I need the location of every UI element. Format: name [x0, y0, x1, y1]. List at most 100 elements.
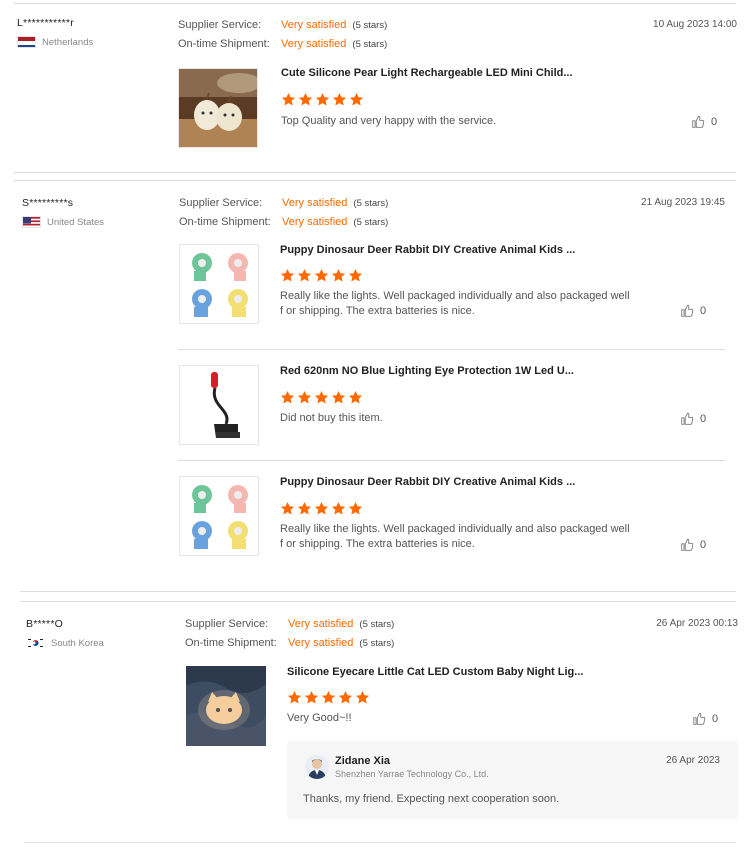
thumbs-up-icon	[681, 412, 694, 425]
star-rating	[280, 501, 363, 516]
divider	[178, 460, 725, 461]
reviewer-country: United States	[22, 216, 104, 228]
review-text: Did not buy this item.	[280, 412, 383, 424]
product-thumbnail[interactable]	[186, 666, 266, 746]
supplier-ratings: Supplier Service: Very satisfied (5 stars)…	[185, 615, 394, 653]
like-count: 0	[700, 305, 707, 317]
star-icon	[314, 501, 329, 515]
reviewer-info: S*********s United States	[22, 197, 104, 228]
product-thumbnail[interactable]	[179, 365, 259, 445]
ontime-shipment-value: Very satisfied	[288, 637, 354, 649]
us-flag-icon	[22, 216, 41, 228]
divider	[14, 180, 736, 181]
netherlands-flag-icon	[17, 36, 36, 48]
supplier-service-label: Supplier Service:	[179, 197, 263, 209]
review-text: Really like the lights. Well packaged in…	[280, 290, 630, 317]
like-button[interactable]: 0	[691, 115, 717, 129]
divider	[20, 591, 736, 592]
reviewer-country: South Korea	[26, 637, 104, 649]
product-thumbnail[interactable]	[179, 244, 259, 324]
star-icon	[280, 390, 295, 404]
supplier-reply-date: 26 Apr 2023	[666, 755, 720, 766]
supplier-service-value: Very satisfied	[282, 197, 348, 209]
ontime-shipment-stars: (5 stars)	[359, 638, 395, 649]
star-icon	[331, 501, 346, 515]
divider	[178, 349, 725, 350]
ontime-shipment-value: Very satisfied	[282, 216, 348, 228]
star-rating	[287, 690, 370, 705]
supplier-service-value: Very satisfied	[281, 19, 347, 31]
supplier-reply-name: Zidane Xia	[335, 755, 391, 767]
supplier-service-stars: (5 stars)	[352, 20, 388, 31]
supplier-service-value: Very satisfied	[288, 618, 354, 630]
country-name: South Korea	[51, 637, 104, 649]
review-date: 10 Aug 2023 14:00	[653, 19, 737, 30]
reviewer-name: S*********s	[22, 197, 74, 209]
star-icon	[315, 92, 330, 106]
star-icon	[280, 268, 295, 282]
ontime-shipment-label: On-time Shipment:	[178, 38, 270, 50]
supplier-service-stars: (5 stars)	[359, 619, 395, 630]
ontime-shipment-label: On-time Shipment:	[179, 216, 271, 228]
ontime-shipment-stars: (5 stars)	[352, 39, 388, 50]
supplier-service-label: Supplier Service:	[178, 19, 262, 31]
country-name: United States	[47, 216, 105, 228]
star-icon	[348, 268, 363, 282]
star-icon	[297, 501, 312, 515]
review-date: 26 Apr 2023 00:13	[656, 618, 738, 629]
star-icon	[314, 268, 329, 282]
supplier-service-stars: (5 stars)	[353, 198, 389, 209]
supplier-ratings: Supplier Service: Very satisfied (5 stars)…	[178, 16, 387, 54]
star-icon	[314, 390, 329, 404]
product-title[interactable]: Puppy Dinosaur Deer Rabbit DIY Creative …	[280, 244, 575, 256]
star-rating	[280, 390, 363, 405]
divider	[14, 172, 736, 173]
product-thumbnail[interactable]	[178, 68, 258, 148]
star-icon	[297, 268, 312, 282]
star-icon	[332, 92, 347, 106]
supplier-reply: Zidane Xia Shenzhen Yarrae Technology Co…	[287, 741, 738, 819]
divider	[20, 601, 736, 602]
review-date: 21 Aug 2023 19:45	[641, 197, 725, 208]
like-count: 0	[700, 539, 707, 551]
review-text: Very Good~!!	[287, 712, 352, 724]
star-icon	[355, 690, 370, 704]
star-rating	[280, 268, 363, 283]
thumbs-up-icon	[692, 115, 705, 128]
star-icon	[349, 92, 364, 106]
supplier-service-label: Supplier Service:	[185, 618, 269, 630]
like-button[interactable]: 0	[680, 304, 706, 318]
star-icon	[297, 390, 312, 404]
ontime-shipment-value: Very satisfied	[281, 38, 347, 50]
star-icon	[331, 268, 346, 282]
star-icon	[348, 501, 363, 515]
like-button[interactable]: 0	[680, 412, 706, 426]
like-count: 0	[711, 116, 718, 128]
supplier-avatar	[305, 755, 329, 779]
ontime-shipment-stars: (5 stars)	[353, 217, 389, 228]
product-title[interactable]: Silicone Eyecare Little Cat LED Custom B…	[287, 666, 583, 678]
product-title[interactable]: Puppy Dinosaur Deer Rabbit DIY Creative …	[280, 476, 575, 488]
star-icon	[321, 690, 336, 704]
supplier-ratings: Supplier Service: Very satisfied (5 stars)…	[179, 194, 388, 232]
divider	[24, 842, 736, 843]
reviewer-name: L***********r	[17, 17, 74, 29]
supplier-reply-message: Thanks, my friend. Expecting next cooper…	[303, 793, 560, 805]
product-title[interactable]: Cute Silicone Pear Light Rechargeable LE…	[281, 67, 573, 79]
thumbs-up-icon	[681, 304, 694, 317]
like-button[interactable]: 0	[692, 712, 718, 726]
like-count: 0	[700, 413, 707, 425]
star-icon	[280, 501, 295, 515]
ontime-shipment-label: On-time Shipment:	[185, 637, 277, 649]
reviewer-info: L***********r Netherlands	[17, 17, 93, 48]
product-title[interactable]: Red 620nm NO Blue Lighting Eye Protectio…	[280, 365, 574, 377]
review-text: Top Quality and very happy with the serv…	[281, 115, 497, 127]
reviewer-info: B*****O South Korea	[26, 618, 104, 649]
star-icon	[304, 690, 319, 704]
product-thumbnail[interactable]	[179, 476, 259, 556]
thumbs-up-icon	[693, 712, 706, 725]
like-count: 0	[712, 713, 719, 725]
like-button[interactable]: 0	[680, 538, 706, 552]
star-icon	[348, 390, 363, 404]
star-rating	[281, 92, 364, 107]
